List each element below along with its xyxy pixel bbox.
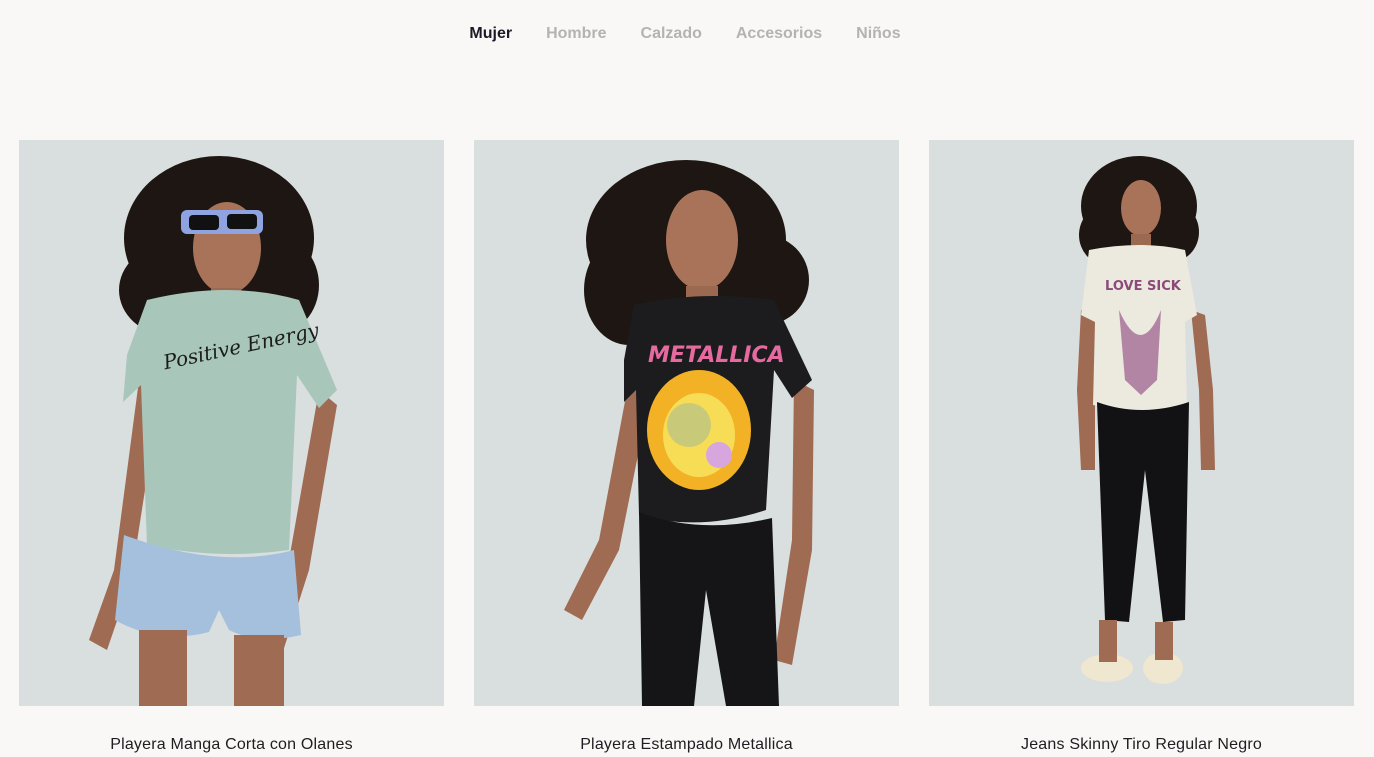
model-illustration: LOVE SICK	[1077, 156, 1215, 684]
tab-mujer[interactable]: Mujer	[469, 22, 512, 46]
product-card[interactable]: Positive Energy Playera Manga Corta con …	[19, 140, 444, 754]
product-image[interactable]: METALLICA	[474, 140, 899, 706]
product-image[interactable]: Positive Energy	[19, 140, 444, 706]
tab-accesorios[interactable]: Accesorios	[736, 22, 822, 46]
tab-ninos[interactable]: Niños	[856, 22, 900, 46]
product-card[interactable]: METALLICA Playera Estampado Metallica	[474, 140, 899, 754]
product-card[interactable]: LOVE SICK Jeans Skinny Tiro Regular Negr…	[929, 140, 1354, 754]
product-name[interactable]: Jeans Skinny Tiro Regular Negro	[929, 736, 1354, 754]
tab-calzado[interactable]: Calzado	[641, 22, 702, 46]
model-illustration: Positive Energy	[89, 156, 337, 706]
tab-hombre[interactable]: Hombre	[546, 22, 606, 46]
product-grid: Positive Energy Playera Manga Corta con …	[19, 140, 1354, 754]
product-name[interactable]: Playera Manga Corta con Olanes	[19, 736, 444, 754]
product-name[interactable]: Playera Estampado Metallica	[474, 736, 899, 754]
product-image[interactable]: LOVE SICK	[929, 140, 1354, 706]
tee-print-text: METALLICA	[648, 343, 785, 368]
category-tabs: Mujer Hombre Calzado Accesorios Niños	[0, 22, 1374, 46]
model-illustration: METALLICA	[564, 160, 814, 706]
tee-print-text: LOVE SICK	[1105, 279, 1182, 294]
